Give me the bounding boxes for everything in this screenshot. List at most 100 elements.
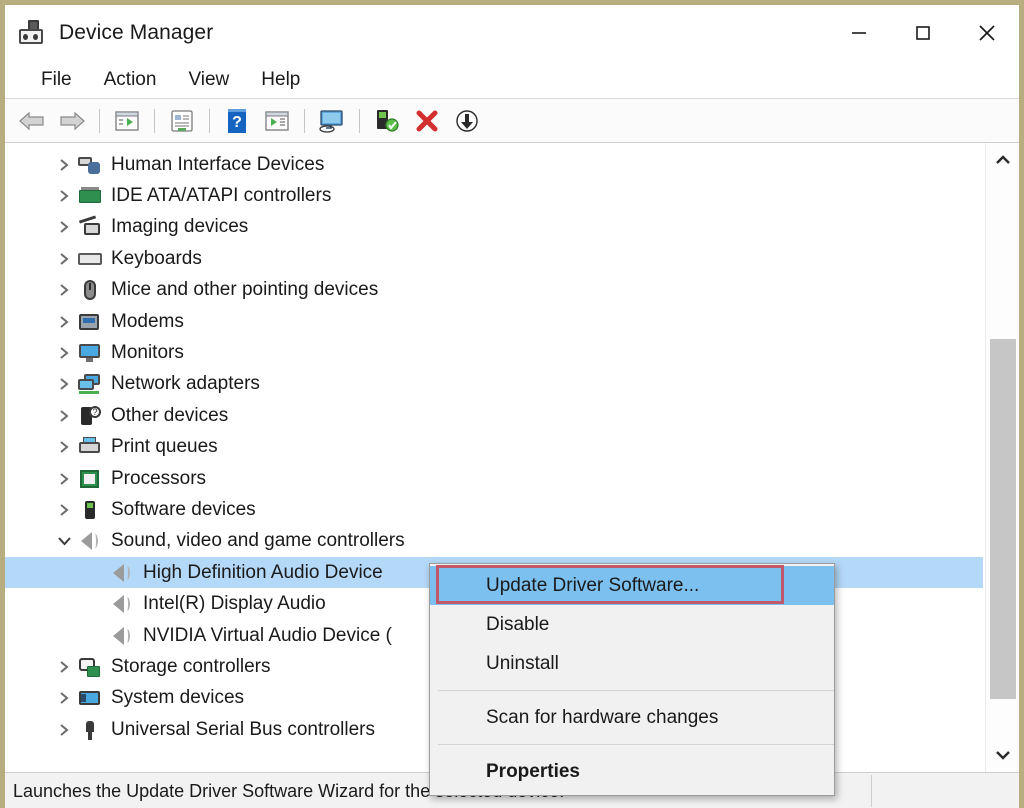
tree-row-monitors[interactable]: Monitors — [5, 337, 983, 368]
toolbar-separator — [209, 108, 210, 133]
device-manager-window: Device Manager File Action View Help ? H… — [0, 0, 1024, 808]
tree-row-label: Other devices — [111, 404, 229, 426]
chevron-right-icon[interactable] — [51, 472, 77, 486]
chevron-right-icon[interactable] — [51, 315, 77, 329]
vertical-scrollbar[interactable] — [985, 143, 1019, 772]
chevron-right-icon[interactable] — [51, 503, 77, 517]
tree-row-modems[interactable]: Modems — [5, 306, 983, 337]
close-button[interactable] — [955, 5, 1019, 61]
toolbar: ? — [5, 99, 1019, 143]
menu-item-file[interactable]: File — [25, 67, 88, 93]
tree-row-label: Software devices — [111, 498, 256, 520]
tree-row-label: System devices — [111, 687, 245, 709]
chevron-right-icon[interactable] — [51, 189, 77, 203]
tree-row-sound-video-and-game-controllers[interactable]: Sound, video and game controllers — [5, 526, 983, 557]
chevron-right-icon[interactable] — [51, 691, 77, 705]
forward-icon[interactable] — [53, 104, 91, 138]
tree-row-label: Monitors — [111, 342, 184, 364]
toolbar-separator — [359, 108, 360, 133]
context-menu-item-disable[interactable]: Disable — [430, 605, 834, 644]
speaker-icon — [109, 593, 135, 615]
menu-item-action[interactable]: Action — [88, 67, 173, 93]
window-title: Device Manager — [59, 21, 214, 44]
chevron-right-icon[interactable] — [51, 283, 77, 297]
tree-row-label: Intel(R) Display Audio — [143, 593, 326, 615]
network-adapter-icon — [77, 373, 103, 395]
hid-icon — [77, 154, 103, 176]
tree-row-label: Imaging devices — [111, 216, 249, 238]
menu-item-view[interactable]: View — [172, 67, 245, 93]
keyboard-icon — [77, 248, 103, 270]
menu-bar: File Action View Help — [5, 61, 1019, 99]
tree-row-label: Print queues — [111, 436, 218, 458]
help-icon[interactable]: ? — [218, 104, 256, 138]
chevron-right-icon[interactable] — [51, 252, 77, 266]
tree-row-label: Processors — [111, 467, 207, 489]
show-hidden-devices-icon[interactable] — [108, 104, 146, 138]
tree-row-print-queues[interactable]: Print queues — [5, 432, 983, 463]
tree-row-label: Sound, video and game controllers — [111, 530, 405, 552]
tree-row-label: Keyboards — [111, 247, 202, 269]
window-controls — [827, 5, 1019, 61]
tree-row-label: NVIDIA Virtual Audio Device ( — [143, 624, 392, 646]
chevron-right-icon[interactable] — [51, 409, 77, 423]
tree-row-label: High Definition Audio Device — [143, 561, 383, 583]
scan-hardware-icon[interactable] — [258, 104, 296, 138]
usb-icon — [77, 719, 103, 741]
scroll-up-button[interactable] — [986, 143, 1019, 177]
tree-row-human-interface-devices[interactable]: Human Interface Devices — [5, 149, 983, 180]
chevron-right-icon[interactable] — [51, 158, 77, 172]
tree-row-other-devices[interactable]: ? Other devices — [5, 400, 983, 431]
device-plug-icon — [19, 20, 45, 46]
modem-icon — [77, 311, 103, 333]
tree-row-ide-ata-atapi-controllers[interactable]: IDE ATA/ATAPI controllers — [5, 180, 983, 211]
context-menu-item-scan-for-hardware-changes[interactable]: Scan for hardware changes — [430, 698, 834, 737]
disable-device-icon[interactable] — [368, 104, 406, 138]
context-menu-item-uninstall[interactable]: Uninstall — [430, 644, 834, 683]
speaker-icon — [109, 562, 135, 584]
toolbar-separator — [99, 108, 100, 133]
tree-row-label: Mice and other pointing devices — [111, 279, 379, 301]
chevron-right-icon[interactable] — [51, 440, 77, 454]
chevron-right-icon[interactable] — [51, 723, 77, 737]
download-icon[interactable] — [448, 104, 486, 138]
tree-row-software-devices[interactable]: Software devices — [5, 494, 983, 525]
tree-row-network-adapters[interactable]: Network adapters — [5, 369, 983, 400]
minimize-button[interactable] — [827, 5, 891, 61]
tree-row-processors[interactable]: Processors — [5, 463, 983, 494]
context-menu-item-properties[interactable]: Properties — [430, 752, 834, 791]
tree-row-label: Network adapters — [111, 373, 260, 395]
maximize-button[interactable] — [891, 5, 955, 61]
chevron-right-icon[interactable] — [51, 220, 77, 234]
update-driver-icon[interactable] — [313, 104, 351, 138]
tree-row-mice-and-other-pointing-devices[interactable]: Mice and other pointing devices — [5, 275, 983, 306]
chevron-right-icon[interactable] — [51, 346, 77, 360]
scrollbar-thumb[interactable] — [990, 339, 1016, 699]
tree-row-label: Storage controllers — [111, 655, 271, 677]
speaker-icon — [77, 530, 103, 552]
chevron-right-icon[interactable] — [51, 660, 77, 674]
monitor-icon — [77, 342, 103, 364]
chevron-down-icon[interactable] — [51, 534, 77, 548]
unknown-device-icon: ? — [77, 405, 103, 427]
context-menu-item-update-driver-software[interactable]: Update Driver Software... — [430, 566, 834, 605]
storage-controller-icon — [77, 656, 103, 678]
svg-text:?: ? — [232, 114, 242, 131]
uninstall-device-icon[interactable] — [408, 104, 446, 138]
properties-icon[interactable] — [163, 104, 201, 138]
menu-item-help[interactable]: Help — [245, 67, 316, 93]
speaker-icon — [109, 625, 135, 647]
back-icon[interactable] — [13, 104, 51, 138]
tree-row-label: Modems — [111, 310, 184, 332]
tree-row-keyboards[interactable]: Keyboards — [5, 243, 983, 274]
scroll-down-button[interactable] — [986, 738, 1019, 772]
camera-icon — [77, 215, 103, 238]
processor-icon — [77, 468, 103, 490]
chevron-right-icon[interactable] — [51, 377, 77, 391]
printer-icon — [77, 436, 103, 458]
context-menu: Update Driver Software... Disable Uninst… — [429, 563, 835, 796]
tree-row-imaging-devices[interactable]: Imaging devices — [5, 212, 983, 243]
status-bar-divider — [871, 775, 872, 807]
software-device-icon — [77, 499, 103, 521]
toolbar-separator — [304, 108, 305, 133]
